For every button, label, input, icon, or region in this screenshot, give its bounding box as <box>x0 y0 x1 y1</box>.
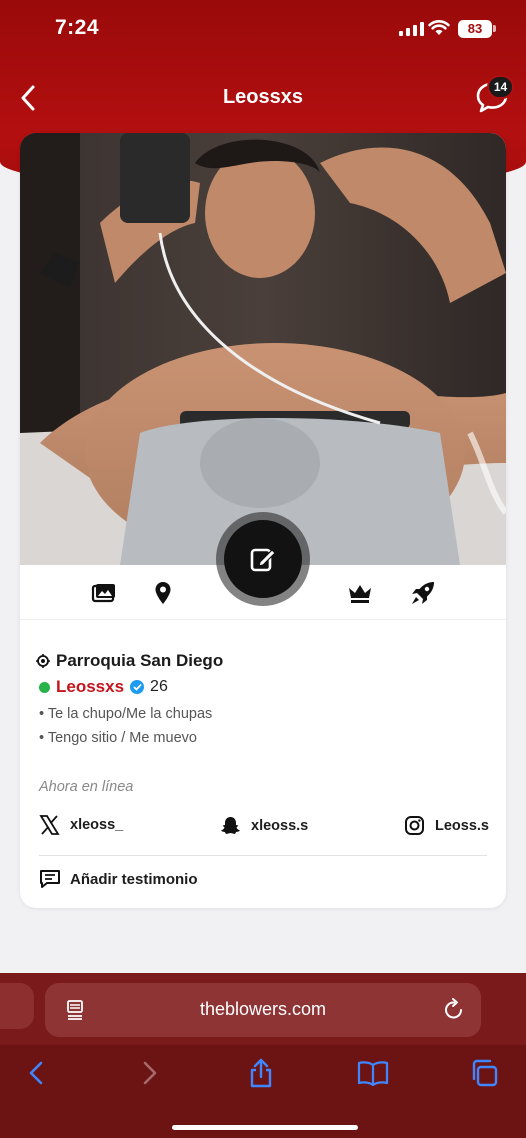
social-handle: xleoss_ <box>70 817 124 833</box>
snapchat-icon <box>221 817 240 834</box>
book-icon <box>357 1061 389 1086</box>
tabs-button[interactable] <box>466 1055 502 1091</box>
social-handle: Leoss.s <box>435 817 489 834</box>
wifi-icon <box>428 19 450 41</box>
profile-photo[interactable] <box>20 133 506 565</box>
target-icon <box>36 654 50 668</box>
chat-count-badge: 14 <box>487 75 514 99</box>
status-time: 7:24 <box>55 16 100 39</box>
bookmarks-button[interactable] <box>355 1055 391 1091</box>
address-area: theblowers.com <box>0 973 526 1045</box>
tabs-icon <box>472 1059 498 1087</box>
battery-icon: 83 <box>458 20 492 38</box>
instagram-icon <box>405 816 424 835</box>
social-link-x[interactable]: xleoss_ <box>39 815 123 835</box>
location-line: Parroquia San Diego <box>36 651 223 671</box>
divider <box>39 855 487 856</box>
crown-icon[interactable] <box>345 578 375 608</box>
user-line: Leossxs 26 <box>39 677 168 697</box>
status-bar: 7:24 83 <box>0 0 526 60</box>
edit-icon <box>250 548 276 572</box>
battery-cap <box>493 25 496 32</box>
age: 26 <box>150 678 168 695</box>
comment-icon <box>40 870 60 888</box>
add-testimonial-label: Añadir testimonio <box>70 870 198 888</box>
username: Leossxs <box>56 677 125 696</box>
add-testimonial-button[interactable]: Añadir testimonio <box>39 869 198 889</box>
social-handle: xleoss.s <box>251 817 309 834</box>
location-text: Parroquia San Diego <box>56 651 224 670</box>
chevron-left-icon <box>29 1061 43 1085</box>
browser-back-button[interactable] <box>18 1055 54 1091</box>
bio-line: • Te la chupo/Me la chupas <box>39 706 213 722</box>
browser-chrome: theblowers.com <box>0 973 526 1138</box>
location-pin-icon[interactable] <box>148 578 178 608</box>
social-link-snapchat[interactable]: xleoss.s <box>220 815 308 836</box>
social-link-instagram[interactable]: Leoss.s <box>404 815 489 836</box>
rocket-icon[interactable] <box>408 578 438 608</box>
chevron-right-icon <box>143 1061 157 1085</box>
signal-icon <box>399 21 424 36</box>
reload-icon[interactable] <box>443 997 465 1026</box>
browser-forward-button[interactable] <box>132 1055 168 1091</box>
address-bar[interactable]: theblowers.com <box>45 983 481 1037</box>
verified-icon <box>130 680 145 694</box>
share-icon <box>250 1058 272 1088</box>
home-indicator <box>172 1125 358 1130</box>
url-text: theblowers.com <box>199 999 327 1019</box>
bio-line: • Tengo sitio / Me muevo <box>39 730 197 746</box>
x-icon <box>39 815 60 835</box>
page-title: Leossxs <box>222 86 304 108</box>
previous-tab[interactable] <box>0 983 34 1029</box>
share-button[interactable] <box>243 1055 279 1091</box>
edit-profile-button[interactable] <box>224 520 302 598</box>
online-indicator <box>39 681 50 693</box>
online-status: Ahora en línea <box>39 779 134 795</box>
photos-icon[interactable] <box>89 578 119 608</box>
